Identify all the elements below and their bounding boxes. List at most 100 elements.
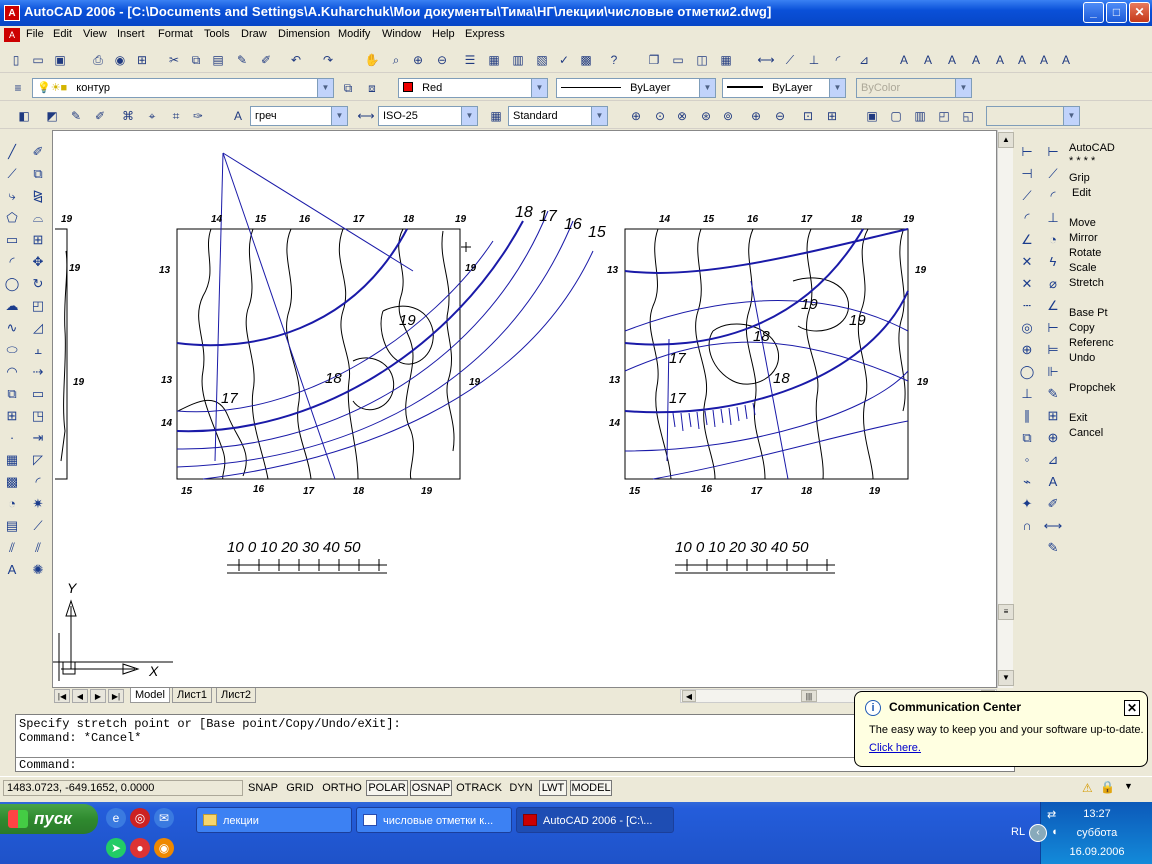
save-icon[interactable]: ▣ [50,50,70,70]
leader-icon[interactable]: ✎ [1043,384,1063,404]
dim-linear-left-icon[interactable]: ⟋ [28,516,48,536]
linetype-combo[interactable]: ByLayer ▼ [556,78,716,98]
screen-menu-stretch[interactable]: Stretch [1069,277,1104,289]
dim-baseline-r-icon[interactable]: ⊨ [1043,340,1063,360]
explode-icon[interactable]: ✷ [28,494,48,514]
dim-dash-icon[interactable]: ┄ [1017,296,1037,316]
plot-icon[interactable]: ⎙ [88,50,108,70]
screen-menu-exit[interactable]: Exit [1069,412,1087,424]
language-indicator[interactable]: RL [1011,826,1025,838]
menu-draw[interactable]: Draw [241,28,267,40]
player-icon[interactable]: ◉ [154,838,174,858]
balloon-close-button[interactable]: ✕ [1124,700,1140,716]
mline-icon[interactable]: ⫽ [2,538,22,558]
tab-last-button[interactable]: ▶| [108,689,124,703]
tab-model[interactable]: Model [130,688,170,703]
menu-window[interactable]: Window [382,28,421,40]
chevron-down-icon[interactable]: ▼ [699,79,715,97]
view-iso2-icon[interactable]: ◱ [958,106,978,126]
vertical-scrollbar[interactable]: ▲ ≡ ▼ [997,130,1014,688]
dim-align-r-icon[interactable]: ⟋ [1043,164,1063,184]
new-icon[interactable]: ▯ [6,50,26,70]
copy-icon[interactable]: ⧉ [186,50,206,70]
zoom-window-icon[interactable]: ⊕ [408,50,428,70]
otrack-toggle[interactable]: OTRACK [455,780,503,796]
menu-file[interactable]: File [26,28,44,40]
snap-none-icon[interactable]: ✦ [1017,494,1037,514]
screen-menu-copy[interactable]: Copy [1069,322,1095,334]
dim-update-icon[interactable]: ✐ [1043,494,1063,514]
screen-menu-move[interactable]: Move [1069,217,1096,229]
hscroll-thumb[interactable]: ||| [801,690,817,702]
table-icon[interactable]: ▤ [2,516,22,536]
menu-format[interactable]: Format [158,28,193,40]
screen-menu-referenc[interactable]: Referenc [1069,337,1114,349]
pan-icon[interactable]: ✋ [362,50,382,70]
redo-icon[interactable]: ↷ [318,50,338,70]
construction-line-icon[interactable]: ⟋ [2,164,22,184]
point-icon[interactable]: · [2,428,22,448]
drawing-svg[interactable]: 14 15 16 17 18 19 15 16 17 18 19 13 13 1… [53,131,997,688]
dim-baseline-icon[interactable]: ⊣ [1017,164,1037,184]
text-style-combo[interactable]: греч ▼ [250,106,348,126]
erase-icon[interactable]: ✐ [28,142,48,162]
center-r-icon[interactable]: ⊕ [1043,428,1063,448]
magnet-icon[interactable]: ∩ [1017,516,1037,536]
view-left-icon[interactable]: ▥ [910,106,930,126]
status-menu-arrow-icon[interactable]: ▼ [1124,781,1133,791]
polygon-icon[interactable]: ⬠ [2,208,22,228]
arc-icon[interactable]: ◜ [2,252,22,272]
text-style-a-icon[interactable]: A [894,50,914,70]
menu-express[interactable]: Express [465,28,505,40]
scroll-down-button[interactable]: ▼ [998,670,1014,686]
chevron-down-icon[interactable]: ▼ [317,79,333,97]
rotate-icon[interactable]: ↻ [28,274,48,294]
dim-text-edit-icon[interactable]: A [1043,472,1063,492]
screen-menu-propchek[interactable]: Propchek [1069,382,1115,394]
start-button[interactable]: пуск [0,804,98,834]
lineweight-combo[interactable]: ByLayer ▼ [722,78,846,98]
screen-menu-cancel[interactable]: Cancel [1069,427,1103,439]
draw-order-icon[interactable]: ◧ [14,106,34,126]
publish-icon[interactable]: ⊞ [132,50,152,70]
trim-icon[interactable]: ⫠ [28,340,48,360]
chevron-down-icon[interactable]: ▼ [331,107,347,125]
zoom-window-icon[interactable]: ⊕ [626,106,646,126]
arrange-icons-icon[interactable]: ▦ [716,50,736,70]
lock-icon[interactable]: 🔒 [1100,780,1115,794]
dim-arc-r-icon[interactable]: ◜ [1043,186,1063,206]
calculator-icon[interactable]: ▩ [576,50,596,70]
dim-edit-icon[interactable]: ⊿ [854,50,874,70]
dim-aligned-icon[interactable]: ⟋ [780,50,800,70]
polyline-icon[interactable]: ⤷ [2,186,22,206]
paste-icon[interactable]: ▤ [208,50,228,70]
autocad-app-icon[interactable]: A [4,5,20,21]
node-icon[interactable]: ◦ [1017,450,1037,470]
menu-edit[interactable]: Edit [53,28,72,40]
text-justify-icon[interactable]: A [990,50,1010,70]
array-icon[interactable]: ⊞ [28,230,48,250]
zoom-scale-icon[interactable]: ⊗ [672,106,692,126]
view-front-icon[interactable]: ▢ [886,106,906,126]
help-icon[interactable]: ? [604,50,624,70]
scroll-up-button[interactable]: ▲ [998,132,1014,148]
dim-radius-r-icon[interactable]: ◔ [1043,230,1063,250]
plot-preview-icon[interactable]: ◉ [110,50,130,70]
stretch-icon[interactable]: ◿ [28,318,48,338]
menu-insert[interactable]: Insert [117,28,145,40]
tab-first-button[interactable]: |◀ [54,689,70,703]
zoom-previous-icon[interactable]: ⊖ [432,50,452,70]
command-prompt[interactable]: Command: [19,758,77,772]
balloon-link[interactable]: Click here. [869,742,921,754]
dim-ordinate-icon[interactable]: ⊥ [804,50,824,70]
layer-combo[interactable]: 💡☀■ контур ▼ [32,78,334,98]
menu-modify[interactable]: Modify [338,28,370,40]
tab-prev-button[interactable]: ◀ [72,689,88,703]
media-icon[interactable]: ● [130,838,150,858]
zoom-center-icon[interactable]: ⊛ [696,106,716,126]
scroll-thumb[interactable]: ≡ [998,604,1014,620]
insert-block-icon[interactable]: ⧉ [2,384,22,404]
dim-diameter-r-icon[interactable]: ⌀ [1043,274,1063,294]
tolerance-icon[interactable]: ⊞ [1043,406,1063,426]
tile-vertical-icon[interactable]: ◫ [692,50,712,70]
